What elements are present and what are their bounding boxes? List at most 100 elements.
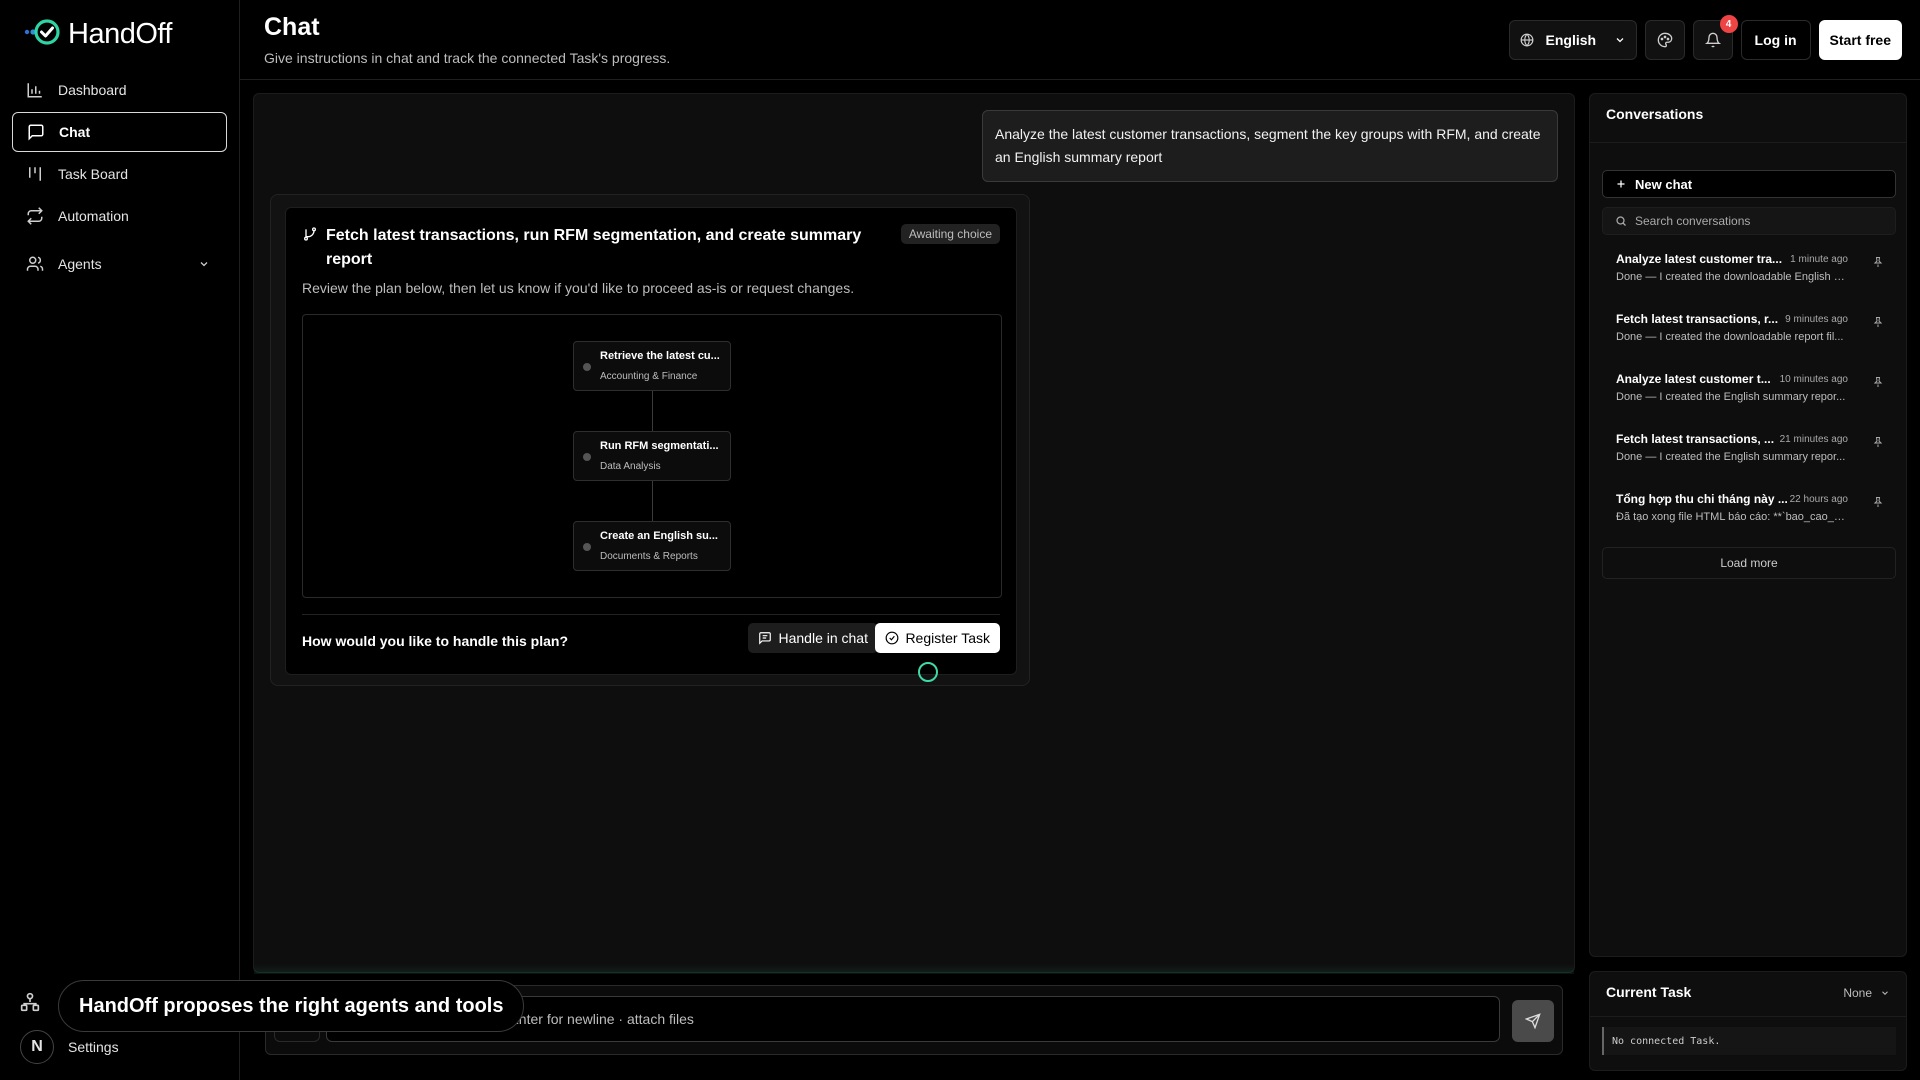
plan-card-wrapper: Fetch latest transactions, run RFM segme… [270, 194, 1030, 686]
start-free-button[interactable]: Start free [1818, 20, 1902, 60]
sidebar-item-chat[interactable]: Chat [12, 112, 227, 152]
list-item[interactable]: Tổng hợp thu chi tháng này ... 22 hours … [1602, 486, 1896, 546]
task-select[interactable]: None [1843, 986, 1890, 1000]
plan-flow-diagram: Retrieve the latest cu... Accounting & F… [302, 314, 1002, 598]
conversation-snippet: Done — I created the downloadable report… [1616, 331, 1844, 343]
new-chat-button[interactable]: New chat [1602, 170, 1896, 198]
plan-title: Fetch latest transactions, run RFM segme… [326, 227, 862, 268]
sidebar-item-agents[interactable]: Agents [12, 244, 227, 284]
app-root: HandOff Dashboard Chat Task Board Automa… [0, 0, 1920, 1080]
page-header: Chat Give instructions in chat and track… [240, 0, 1920, 80]
sidebar-item-label: Automation [58, 208, 129, 224]
plan-card: Fetch latest transactions, run RFM segme… [285, 207, 1017, 675]
current-task-title: Current Task [1606, 984, 1692, 1000]
task-select-value: None [1843, 986, 1872, 1000]
sidebar-item-automation[interactable]: Automation [12, 196, 227, 236]
conversation-time: 1 minute ago [1790, 254, 1848, 265]
globe-icon [1520, 33, 1533, 47]
list-item[interactable]: Analyze latest customer tra... 1 minute … [1602, 246, 1896, 306]
plan-question: How would you like to handle this plan? [302, 633, 569, 649]
sidebar-item-dashboard[interactable]: Dashboard [12, 70, 227, 110]
conversation-time: 9 minutes ago [1785, 314, 1848, 325]
conversation-time: 21 minutes ago [1779, 434, 1848, 445]
status-badge: Awaiting choice [900, 224, 1000, 244]
send-icon [1525, 1013, 1541, 1029]
divider [1590, 1016, 1906, 1017]
pin-icon[interactable] [1872, 376, 1884, 388]
step-agent: Accounting & Finance [600, 371, 698, 382]
flow-edge [652, 391, 653, 431]
task-status: No connected Task. [1602, 1027, 1896, 1055]
load-more-button[interactable]: Load more [1602, 547, 1896, 579]
send-button[interactable] [1512, 1000, 1554, 1042]
avatar[interactable]: N [20, 1030, 54, 1064]
workflow-icon [20, 992, 40, 1012]
register-task-label: Register Task [905, 630, 990, 646]
message-square-icon [28, 124, 44, 141]
list-item[interactable]: Fetch latest transactions, ... 21 minute… [1602, 426, 1896, 486]
register-task-button[interactable]: Register Task [875, 623, 1000, 653]
conversation-time: 10 minutes ago [1779, 374, 1848, 385]
conversation-snippet: Done — I created the English summary rep… [1616, 451, 1846, 463]
settings-row[interactable]: N Settings [20, 1030, 119, 1064]
pin-icon[interactable] [1872, 436, 1884, 448]
search-placeholder: Search conversations [1635, 214, 1751, 228]
handle-in-chat-label: Handle in chat [778, 630, 868, 646]
step-agent: Data Analysis [600, 461, 661, 472]
sidebar-item-label: Task Board [58, 166, 129, 182]
composer-glow [254, 964, 1574, 974]
chevron-down-icon[interactable] [195, 258, 213, 270]
plan-step-1[interactable]: Retrieve the latest cu... Accounting & F… [573, 341, 731, 391]
sidebar-item-label: Dashboard [58, 82, 127, 98]
plan-step-3[interactable]: Create an English su... Documents & Repo… [573, 521, 731, 571]
chevron-down-icon [1616, 38, 1623, 43]
list-item[interactable]: Fetch latest transactions, r... 9 minute… [1602, 306, 1896, 366]
user-message: Analyze the latest customer transactions… [982, 110, 1558, 182]
conversation-title: Fetch latest transactions, r... [1616, 312, 1779, 326]
conversation-title: Fetch latest transactions, ... [1616, 432, 1775, 446]
theme-button[interactable] [1644, 20, 1685, 60]
settings-label[interactable]: Settings [68, 1039, 119, 1055]
divider [1590, 142, 1906, 143]
users-icon [26, 256, 44, 271]
notification-badge: 4 [1719, 15, 1738, 33]
login-button[interactable]: Log in [1740, 20, 1811, 60]
step-dot [583, 453, 591, 461]
step-title: Run RFM segmentati... [600, 440, 719, 452]
pin-icon[interactable] [1872, 316, 1884, 328]
step-dot [583, 363, 591, 371]
new-chat-label: New chat [1635, 176, 1693, 192]
conversation-title: Analyze latest customer tra... [1616, 252, 1783, 266]
plan-step-2[interactable]: Run RFM segmentati... Data Analysis [573, 431, 731, 481]
palette-icon [1657, 32, 1672, 48]
pin-icon[interactable] [1872, 496, 1884, 508]
sidebar-item-task-board[interactable]: Task Board [12, 154, 227, 194]
pin-icon[interactable] [1872, 256, 1884, 268]
current-task-panel: Current Task None No connected Task. [1589, 971, 1907, 1071]
header-actions: English 4 Log in Start free [1508, 15, 1902, 60]
list-item[interactable]: Analyze latest customer t... 10 minutes … [1602, 366, 1896, 426]
cursor-indicator [918, 662, 938, 682]
conversation-time: 22 hours ago [1789, 494, 1848, 505]
plus-icon [1617, 180, 1625, 188]
sidebar-item-label: Chat [59, 124, 91, 140]
conversation-title: Analyze latest customer t... [1616, 372, 1771, 386]
step-title: Create an English su... [600, 530, 718, 542]
conversation-snippet: Đã tạo xong file HTML báo cáo: **`bao_ca… [1616, 511, 1846, 523]
sidebar-item-label: Agents [58, 256, 102, 272]
step-dot [583, 543, 591, 551]
language-select[interactable]: English [1508, 20, 1637, 60]
notifications-button[interactable]: 4 [1692, 15, 1738, 60]
handle-in-chat-button[interactable]: Handle in chat [748, 623, 878, 653]
feature-toast: HandOff proposes the right agents and to… [58, 980, 525, 1032]
logo[interactable]: HandOff [24, 16, 172, 53]
conversation-snippet: Done — I created the downloadable Englis… [1616, 271, 1846, 283]
search-input[interactable]: Search conversations [1602, 207, 1896, 235]
kanban-icon [29, 167, 41, 181]
check-circle-icon [886, 631, 899, 645]
conversation-title: Tổng hợp thu chi tháng này ... [1616, 492, 1788, 506]
sidebar-nav: Dashboard Chat Task Board Automation Age… [12, 70, 227, 286]
workflow-icon-button[interactable] [20, 992, 40, 1017]
chevron-down-icon [1882, 991, 1888, 995]
flow-edge [652, 481, 653, 521]
